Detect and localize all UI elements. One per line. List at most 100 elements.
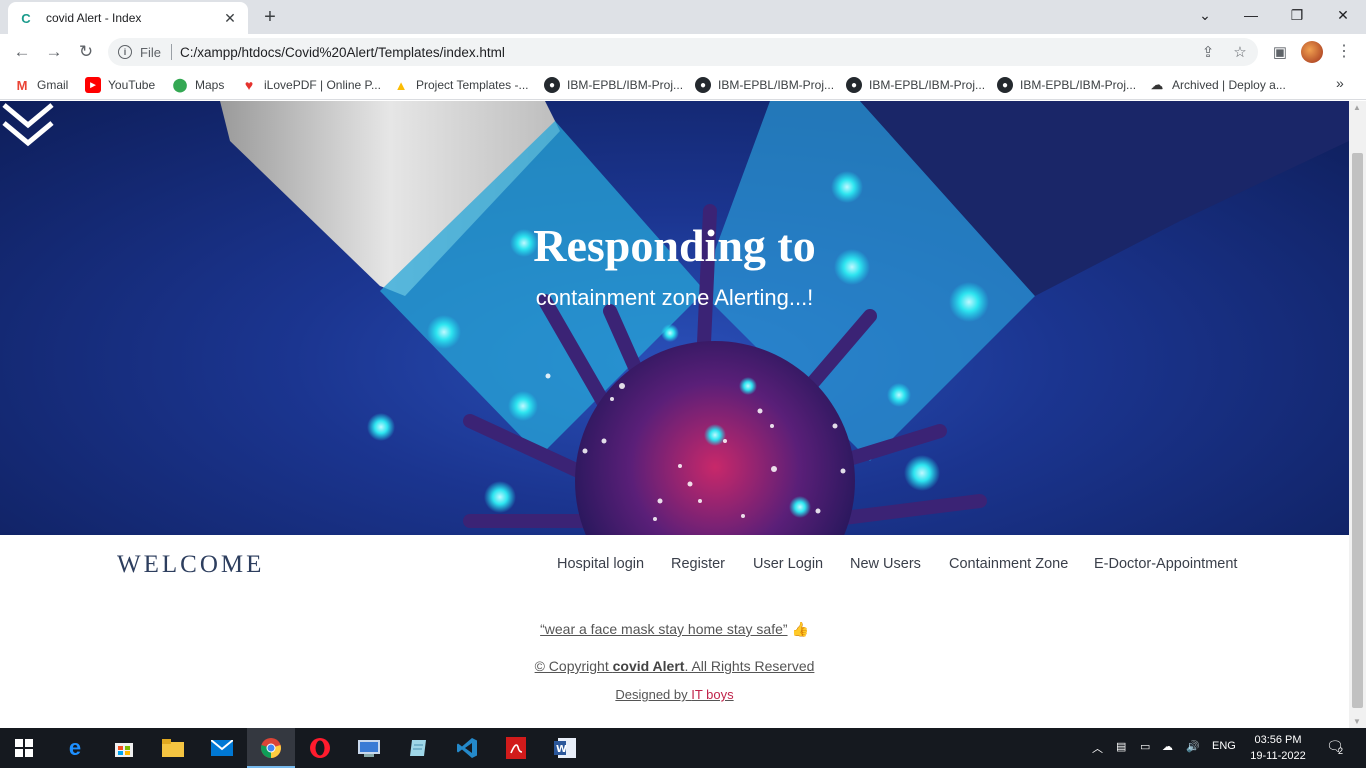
hero-banner: Responding to containment zone Alerting.… (0, 101, 1349, 535)
footer-designed-by: Designed by IT boys (0, 687, 1349, 702)
vscode-icon[interactable] (453, 734, 481, 762)
browser-toolbar: ← → ↻ i File C:/xampp/htdocs/Covid%20Ale… (0, 34, 1366, 70)
restore-button[interactable]: ❐ (1274, 0, 1320, 30)
close-tab-icon[interactable]: ✕ (222, 10, 238, 27)
url-scheme-label: File (140, 44, 161, 60)
notepad-icon[interactable] (404, 734, 432, 762)
deploy-icon: ☁ (1151, 78, 1163, 92)
footer-quote: “wear a face mask stay home stay safe” 👍 (0, 621, 1349, 638)
battery-icon[interactable]: ▭ (1140, 740, 1150, 753)
new-tab-button[interactable]: + (258, 5, 282, 29)
designed-prefix: Designed by (615, 687, 692, 702)
bookmark-ilovepdf[interactable]: ♥ iLovePDF | Online P... (241, 75, 381, 95)
footer-copyright[interactable]: © Copyright covid Alert. All Rights Rese… (0, 658, 1349, 674)
browser-tab-active[interactable]: C covid Alert - Index ✕ (8, 2, 248, 34)
bookmark-drive[interactable]: ▲ Project Templates -... (393, 75, 529, 95)
site-favicon-icon: C (21, 10, 31, 26)
browser-tab-strip: C covid Alert - Index ✕ + ⌄ — ❐ ✕ (0, 0, 1366, 34)
profile-avatar[interactable] (1301, 41, 1323, 63)
bookmark-github-2[interactable]: ● IBM-EPBL/IBM-Proj... (695, 75, 834, 95)
url-text[interactable]: C:/xampp/htdocs/Covid%20Alert/Templates/… (180, 45, 505, 60)
scrollbar-thumb[interactable] (1352, 153, 1363, 708)
edge-browser-icon[interactable]: e (61, 734, 89, 762)
drive-icon: ▲ (394, 77, 408, 93)
bookmark-github-1[interactable]: ● IBM-EPBL/IBM-Proj... (544, 75, 683, 95)
bookmark-maps[interactable]: ⬤ Maps (172, 75, 225, 95)
reload-button[interactable]: ↻ (74, 40, 98, 64)
bookmark-gmail[interactable]: M Gmail (14, 75, 69, 95)
hero-subtitle: containment zone Alerting...! (535, 285, 814, 310)
hero-title: Responding to (533, 220, 816, 271)
onedrive-cloud-icon[interactable]: ☁ (1162, 740, 1173, 753)
control-panel-icon[interactable] (355, 734, 383, 762)
bookmark-github-4[interactable]: ● IBM-EPBL/IBM-Proj... (997, 75, 1136, 95)
thumbs-up-icon: 👍 (791, 621, 809, 637)
language-indicator[interactable]: ENG (1212, 740, 1236, 752)
tab-search-chevron-icon[interactable]: ⌄ (1182, 0, 1228, 30)
scroll-down-chevron-icon[interactable] (0, 101, 56, 149)
bookmark-label: Archived | Deploy a... (1172, 78, 1286, 92)
share-icon[interactable]: ⇪ (1196, 40, 1220, 64)
nav-link-register[interactable]: Register (671, 556, 725, 572)
github-icon: ● (695, 77, 711, 93)
tray-overflow-chevron-icon[interactable]: ︿ (1092, 740, 1103, 756)
copyright-brand: covid Alert (612, 658, 685, 674)
maps-icon: ⬤ (172, 77, 188, 92)
copyright-prefix: © Copyright (534, 658, 613, 674)
bookmark-star-icon[interactable]: ☆ (1228, 40, 1252, 64)
nav-link-containment-zone[interactable]: Containment Zone (949, 556, 1068, 572)
gmail-icon: M (16, 77, 28, 93)
scroll-down-arrow-icon[interactable]: ▼ (1353, 717, 1361, 726)
back-button[interactable]: ← (10, 40, 34, 64)
windows-start-icon[interactable] (10, 734, 38, 762)
bookmark-label: IBM-EPBL/IBM-Proj... (567, 78, 684, 92)
tray-app-icon[interactable]: ▤ (1116, 740, 1126, 753)
github-icon: ● (997, 77, 1013, 93)
bookmark-label: iLovePDF | Online P... (264, 78, 381, 92)
bookmark-label: Project Templates -... (416, 78, 529, 92)
clock-date: 19-11-2022 (1250, 750, 1306, 762)
forward-button[interactable]: → (42, 40, 66, 64)
window-close-button[interactable]: ✕ (1320, 0, 1366, 30)
site-info-icon[interactable]: i (118, 45, 132, 59)
url-separator (170, 44, 172, 60)
browser-menu-icon[interactable]: ⋮ (1336, 40, 1352, 64)
designed-by-link[interactable]: IT boys (691, 687, 733, 702)
opera-icon[interactable] (306, 734, 334, 762)
copyright-suffix: . All Rights Reserved (684, 658, 815, 674)
chrome-icon[interactable] (257, 734, 285, 762)
page-scrollbar[interactable]: ▲ ▼ (1349, 101, 1366, 728)
bookmark-github-3[interactable]: ● IBM-EPBL/IBM-Proj... (846, 75, 985, 95)
address-bar[interactable]: i File C:/xampp/htdocs/Covid%20Alert/Tem… (108, 38, 1258, 66)
nav-link-user-login[interactable]: User Login (753, 556, 823, 572)
side-panel-icon[interactable]: ▣ (1268, 40, 1292, 64)
word-icon[interactable]: W (551, 734, 579, 762)
tab-title: covid Alert - Index (46, 11, 142, 25)
page-viewport: Responding to containment zone Alerting.… (0, 101, 1366, 728)
minimize-button[interactable]: — (1228, 0, 1274, 30)
footer-quote-text[interactable]: “wear a face mask stay home stay safe” (540, 621, 787, 637)
site-navbar: WELCOME Hospital login Register User Log… (0, 535, 1349, 595)
nav-link-e-doctor-appointment[interactable]: E-Doctor-Appointment (1094, 556, 1237, 572)
store-icon[interactable] (110, 734, 138, 762)
volume-icon[interactable]: 🔊 (1186, 740, 1200, 753)
svg-text:W: W (556, 744, 567, 755)
bookmark-label: Gmail (37, 78, 69, 92)
hero-illustration (220, 101, 1349, 535)
site-brand[interactable]: WELCOME (117, 551, 264, 579)
bookmarks-overflow-icon[interactable]: » (1336, 75, 1344, 91)
windows-taskbar: e W ︿ ▤ ▭ ☁ 🔊 ENG 03:56 PM 19-11-2022 🗨 … (0, 728, 1366, 768)
scroll-up-arrow-icon[interactable]: ▲ (1353, 103, 1361, 112)
nav-link-hospital-login[interactable]: Hospital login (557, 556, 644, 572)
nav-link-new-users[interactable]: New Users (850, 556, 921, 572)
mail-icon[interactable] (208, 734, 236, 762)
bookmark-archived[interactable]: ☁ Archived | Deploy a... (1149, 75, 1286, 95)
youtube-icon: ▶ (85, 77, 101, 93)
taskbar-clock[interactable]: 03:56 PM 19-11-2022 (1248, 732, 1308, 764)
ilovepdf-icon: ♥ (244, 77, 254, 93)
acrobat-icon[interactable] (502, 734, 530, 762)
notification-count-badge: 2 (1338, 746, 1344, 756)
file-explorer-icon[interactable] (159, 734, 187, 762)
bookmark-label: YouTube (108, 78, 156, 92)
bookmark-youtube[interactable]: ▶ YouTube (85, 75, 155, 95)
